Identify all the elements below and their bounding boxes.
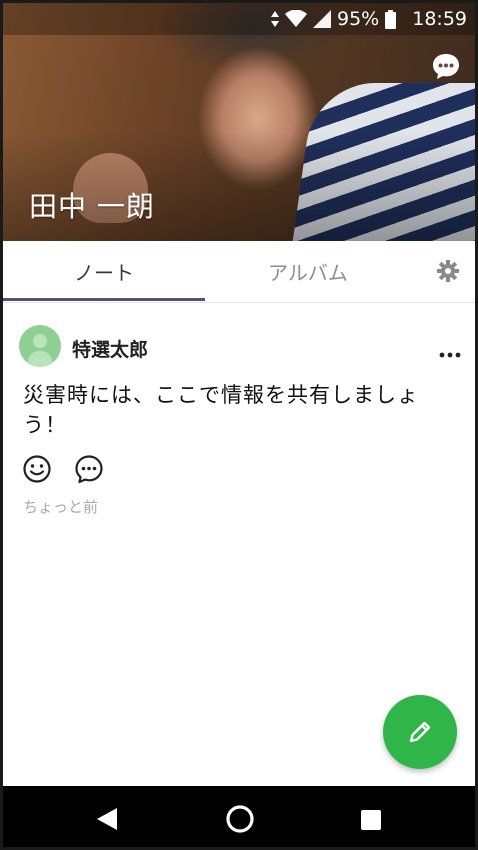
data-arrows-icon bbox=[271, 11, 279, 27]
tab-bar: ノート アルバム bbox=[3, 241, 475, 303]
clock: 18:59 bbox=[412, 8, 467, 30]
post-author[interactable]: 特選太郎 bbox=[72, 335, 148, 362]
gear-icon[interactable] bbox=[437, 260, 459, 282]
comment-icon[interactable] bbox=[74, 454, 104, 484]
compose-button[interactable] bbox=[383, 695, 457, 769]
signal-icon bbox=[313, 10, 331, 28]
recent-apps-icon[interactable] bbox=[361, 810, 381, 830]
battery-percent: 95% bbox=[337, 8, 380, 30]
post-text: 災害時には、ここで情報を共有しましょう！ bbox=[23, 383, 419, 437]
system-nav-bar bbox=[3, 786, 475, 847]
tab-note[interactable]: ノート bbox=[3, 241, 205, 301]
back-icon[interactable] bbox=[95, 807, 119, 831]
tab-active-indicator bbox=[3, 298, 205, 301]
battery-icon bbox=[385, 9, 397, 29]
app-frame: 95% 18:59 田中 一朗 ノート アルバム 特選太郎 災害時には、ここで情… bbox=[0, 0, 478, 850]
pencil-icon bbox=[409, 721, 431, 743]
tab-album[interactable]: アルバム bbox=[205, 241, 411, 301]
avatar[interactable] bbox=[19, 325, 61, 367]
home-icon[interactable] bbox=[225, 804, 255, 834]
more-dots-icon[interactable] bbox=[439, 344, 461, 358]
profile-name: 田中 一朗 bbox=[29, 190, 155, 223]
wifi-icon bbox=[285, 10, 307, 28]
smiley-icon[interactable] bbox=[22, 454, 52, 484]
status-bar: 95% 18:59 bbox=[3, 3, 475, 35]
post-timestamp: ちょっと前 bbox=[23, 498, 99, 516]
chat-bubble-icon[interactable] bbox=[431, 51, 461, 81]
